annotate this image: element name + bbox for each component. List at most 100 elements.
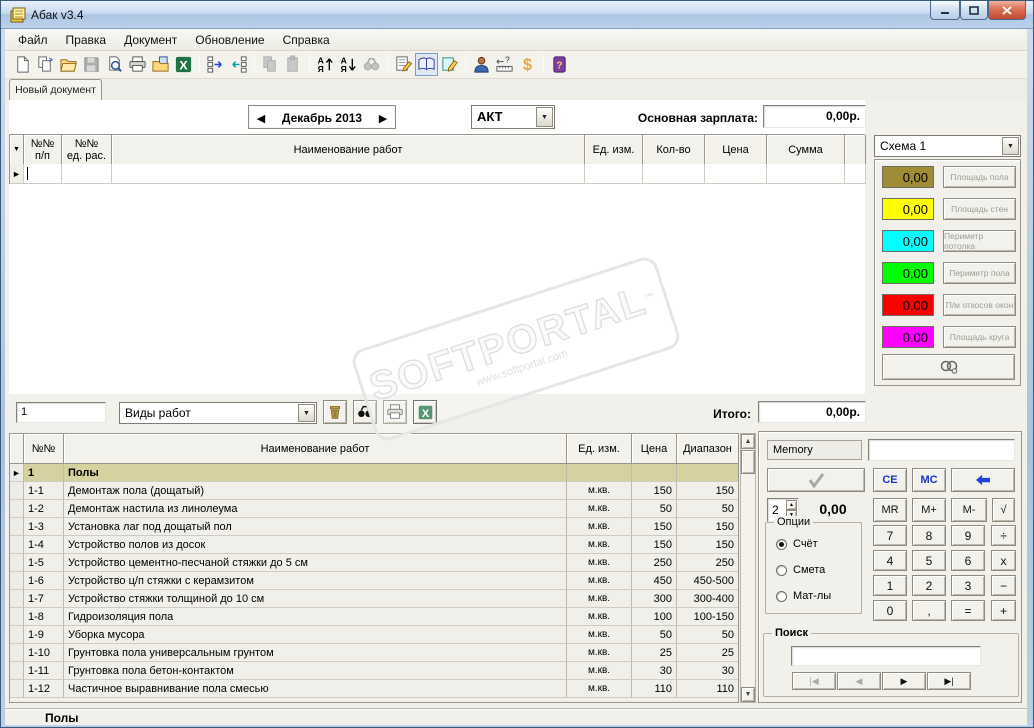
minimize-button[interactable] <box>930 1 960 20</box>
catalog-scrollbar[interactable]: ▲ ▼ <box>740 433 756 703</box>
copy-icon[interactable] <box>259 53 282 76</box>
calc-key-1[interactable]: 1 <box>873 575 907 596</box>
doc-type-combo[interactable]: АКТ ▼ <box>471 105 555 129</box>
scheme-value-2[interactable]: 0,00 <box>882 230 934 252</box>
grid-options-cell[interactable]: ▼ <box>10 135 24 165</box>
delete-row-icon[interactable] <box>227 53 250 76</box>
search-next-button[interactable]: ▶ <box>882 672 926 690</box>
calc-key-4[interactable]: 4 <box>873 550 907 571</box>
search-input[interactable] <box>791 646 981 666</box>
maximize-button[interactable] <box>960 1 988 20</box>
scheme-combo[interactable]: Схема 1 ▼ <box>874 135 1021 157</box>
memory-recall-button[interactable]: MR <box>873 498 907 522</box>
scheme-button-0[interactable]: Площадь пола <box>943 166 1016 188</box>
calc-key-multiply[interactable]: x <box>991 550 1016 571</box>
scheme-button-1[interactable]: Площадь стен <box>943 198 1016 220</box>
calc-key-minus[interactable]: − <box>991 575 1016 596</box>
properties-icon[interactable] <box>392 53 415 76</box>
reference-book-icon[interactable] <box>415 53 438 76</box>
scheme-button-3[interactable]: Периметр пола <box>943 262 1016 284</box>
radio-Счёт[interactable] <box>776 539 787 550</box>
next-month-button[interactable]: ▶ <box>375 110 391 126</box>
document-row[interactable]: ► <box>9 164 866 184</box>
chevron-down-icon[interactable]: ▼ <box>536 107 553 127</box>
tab-new-document[interactable]: Новый документ <box>9 79 102 100</box>
catalog-row[interactable]: 1-4 Устройство полов из досок м.кв. 150 150 <box>10 536 738 554</box>
memory-field[interactable] <box>868 439 1015 461</box>
catalog-row[interactable]: 1-12 Частичное выравнивание пола смесью м.… <box>10 680 738 698</box>
catalog-row[interactable]: 1-9 Уборка мусора м.кв. 50 50 <box>10 626 738 644</box>
excel-icon[interactable]: X <box>172 53 195 76</box>
scheme-value-3[interactable]: 0,00 <box>882 262 934 284</box>
calc-key-9[interactable]: 9 <box>951 525 985 546</box>
new-document-icon[interactable] <box>11 53 34 76</box>
clear-entry-button[interactable]: CE <box>873 468 907 492</box>
help-icon[interactable]: ? <box>548 53 571 76</box>
calc-key-2[interactable]: 2 <box>912 575 946 596</box>
sort-desc-icon[interactable]: АЯ <box>337 53 360 76</box>
calc-key-plus[interactable]: + <box>991 600 1016 621</box>
scheme-value-4[interactable]: 0,00 <box>882 294 934 316</box>
catalog-group-row[interactable]: ► 1 Полы <box>10 464 738 482</box>
find-entry-button[interactable] <box>353 400 377 424</box>
print-preview-icon[interactable] <box>103 53 126 76</box>
client-icon[interactable] <box>470 53 493 76</box>
scheme-value-0[interactable]: 0,00 <box>882 166 934 188</box>
link-button[interactable] <box>882 354 1015 380</box>
catalog-row[interactable]: 1-2 Демонтаж настила из линолеума м.кв. 50 5… <box>10 500 738 518</box>
calc-key-7[interactable]: 7 <box>873 525 907 546</box>
spinner-up-icon[interactable]: ▲ <box>786 500 797 510</box>
catalog-row[interactable]: 1-8 Гидроизоляция пола м.кв. 100 100-150 <box>10 608 738 626</box>
catalog-number-input[interactable]: 1 <box>16 402 106 423</box>
catalog-row[interactable]: 1-3 Установка лаг под дощатый пол м.кв. 150… <box>10 518 738 536</box>
memory-subtract-button[interactable]: M- <box>951 498 987 522</box>
scheme-value-5[interactable]: 0,00 <box>882 326 934 348</box>
chevron-down-icon[interactable]: ▼ <box>1002 137 1019 155</box>
find-icon[interactable] <box>360 53 383 76</box>
catalog-row[interactable]: 1-10 Грунтовка пола универсальным грунтом… <box>10 644 738 662</box>
menu-item-4[interactable]: Справка <box>274 30 339 50</box>
menu-item-2[interactable]: Документ <box>115 30 186 50</box>
scroll-up-icon[interactable]: ▲ <box>741 434 755 449</box>
square-root-button[interactable]: √ <box>992 498 1015 522</box>
delete-entry-button[interactable] <box>323 400 347 424</box>
scrollbar-thumb[interactable] <box>741 450 755 474</box>
scheme-button-4[interactable]: П/м откосов окон <box>943 294 1016 316</box>
scheme-button-5[interactable]: Площадь круга <box>943 326 1016 348</box>
scroll-down-icon[interactable]: ▼ <box>741 687 755 702</box>
export-folder-icon[interactable] <box>149 53 172 76</box>
radio-Смета[interactable] <box>776 565 787 576</box>
total-field[interactable]: 0,00р. <box>758 401 866 423</box>
sort-asc-icon[interactable]: АЯ <box>314 53 337 76</box>
calc-key-divide[interactable]: ÷ <box>991 525 1016 546</box>
menu-item-1[interactable]: Правка <box>57 30 116 50</box>
grid-options-icon[interactable]: ▼ <box>13 144 20 156</box>
save-icon[interactable] <box>80 53 103 76</box>
currency-icon[interactable]: $ <box>516 53 539 76</box>
category-combo[interactable]: Виды работ ▼ <box>119 402 317 424</box>
search-prev-button[interactable]: ◀ <box>837 672 881 690</box>
close-button[interactable] <box>988 1 1026 20</box>
menu-item-3[interactable]: Обновление <box>186 30 273 50</box>
scheme-button-2[interactable]: Периметр потолка <box>943 230 1016 252</box>
salary-field[interactable]: 0,00р. <box>763 105 866 128</box>
calc-key-8[interactable]: 8 <box>912 525 946 546</box>
chevron-down-icon[interactable]: ▼ <box>298 404 315 422</box>
edit-document-icon[interactable] <box>438 53 461 76</box>
menu-item-0[interactable]: Файл <box>9 30 57 50</box>
catalog-row[interactable]: 1-1 Демонтаж пола (дощатый) м.кв. 150 150 <box>10 482 738 500</box>
catalog-row[interactable]: 1-11 Грунтовка пола бетон-контактом м.кв. 3… <box>10 662 738 680</box>
measure-icon[interactable]: ? <box>493 53 516 76</box>
calc-key-3[interactable]: 3 <box>951 575 985 596</box>
catalog-row[interactable]: 1-5 Устройство цементно-песчаной стяжки д… <box>10 554 738 572</box>
calc-key-0[interactable]: 0 <box>873 600 907 621</box>
search-last-button[interactable]: ▶| <box>927 672 971 690</box>
print-icon[interactable] <box>126 53 149 76</box>
export-excel-button[interactable]: X <box>413 400 437 424</box>
print-catalog-button[interactable] <box>383 400 407 424</box>
radio-Мат-лы[interactable] <box>776 591 787 602</box>
insert-row-icon[interactable] <box>204 53 227 76</box>
calc-key-5[interactable]: 5 <box>912 550 946 571</box>
calc-key-6[interactable]: 6 <box>951 550 985 571</box>
memory-clear-button[interactable]: MC <box>912 468 946 492</box>
